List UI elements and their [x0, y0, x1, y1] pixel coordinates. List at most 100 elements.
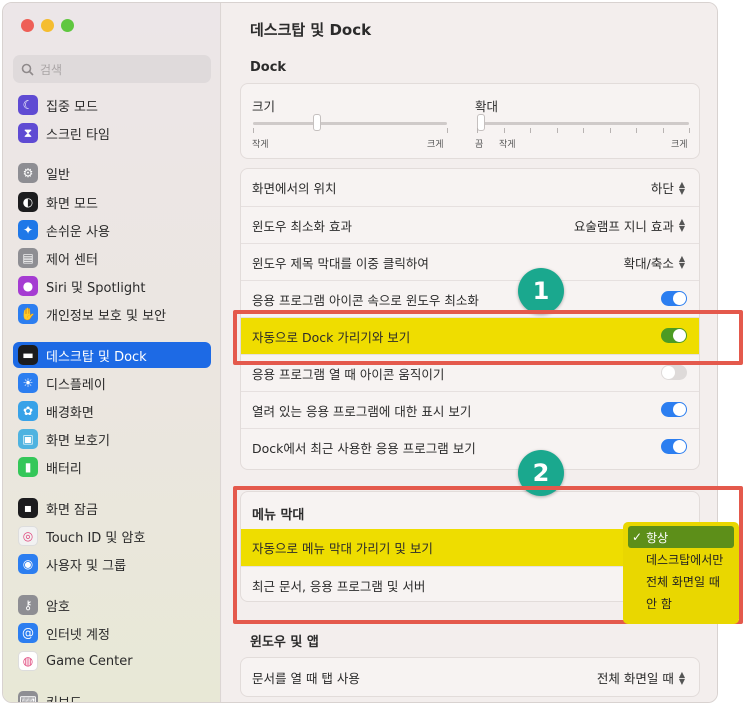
sidebar-item[interactable]: ▤ 제어 센터	[13, 245, 211, 271]
sidebar-item-label: 제어 센터	[46, 252, 98, 268]
sidebar-item[interactable]: ✦ 손쉬운 사용	[13, 217, 211, 243]
slider-tick	[583, 128, 584, 133]
screensaver-icon: ▣	[18, 429, 38, 449]
slider-tick	[609, 128, 611, 133]
sidebar-item[interactable]: ▣ 화면 보호기	[13, 426, 211, 452]
size-label: 크기	[252, 99, 276, 114]
magnify-slider-track[interactable]	[477, 122, 689, 125]
slider-tick	[530, 128, 531, 133]
keyboard-icon: ⌨	[18, 691, 38, 702]
users-icon: ◉	[18, 554, 38, 574]
sidebar-item[interactable]: ☾ 집중 모드	[13, 92, 211, 118]
stepper-icon: ▲ ▼	[678, 254, 685, 270]
game-center-icon: ◍	[18, 651, 38, 671]
dropdown-option[interactable]: 전체 화면일 때	[628, 570, 734, 592]
dock-option-row[interactable]: 윈도우 제목 막대를 이중 클릭하여 확대/축소 ▲ ▼	[241, 243, 699, 280]
moon-icon: ☾	[18, 95, 38, 115]
dropdown-option-label: 항상	[646, 530, 669, 545]
sidebar-item[interactable]: ⧗ 스크린 타임	[13, 120, 211, 146]
magnify-min-label: 작게	[499, 140, 516, 150]
tabs-label: 문서를 열 때 탭 사용	[252, 671, 360, 686]
sidebar-item[interactable]: ◉ 사용자 및 그룹	[13, 551, 211, 577]
magnify-max-label: 크게	[671, 140, 688, 150]
close-window-button[interactable]	[21, 19, 34, 32]
slider-tick	[662, 128, 664, 133]
sidebar-item-label: 디스플레이	[46, 377, 106, 393]
dropdown-option[interactable]: 데스크탑에서만	[628, 548, 734, 570]
slider-tick	[636, 128, 637, 133]
dock-option-label: 화면에서의 위치	[252, 181, 337, 196]
dock-option-row[interactable]: 윈도우 최소화 효과 요술램프 지니 효과 ▲ ▼	[241, 206, 699, 243]
sidebar-item[interactable]: ◎ Touch ID 및 암호	[13, 523, 211, 549]
sidebar-item-label: 화면 보호기	[46, 433, 110, 449]
sidebar-item-label: 개인정보 보호 및 보안	[46, 308, 167, 324]
search-placeholder: 검색	[40, 62, 63, 77]
hourglass-icon: ⧗	[18, 123, 38, 143]
lock-icon: ▪	[18, 498, 38, 518]
sidebar-item-label: 데스크탑 및 Dock	[46, 349, 147, 365]
accessibility-icon: ✦	[18, 220, 38, 240]
checkmark-icon: ✓	[632, 530, 643, 544]
sidebar-item-label: Touch ID 및 암호	[46, 530, 146, 546]
hand-icon: ✋	[18, 304, 38, 324]
stepper-icon: ▲ ▼	[678, 669, 685, 686]
sidebar-item[interactable]: ⚙ 일반	[13, 160, 211, 186]
sidebar-item[interactable]: ▮ 배터리	[13, 454, 211, 480]
toggle-switch[interactable]	[661, 439, 687, 454]
toggle-switch[interactable]	[661, 291, 687, 306]
battery-icon: ▮	[18, 457, 38, 477]
size-slider-knob[interactable]	[313, 114, 322, 131]
sidebar-item-label: 일반	[46, 167, 70, 183]
at-icon: @	[18, 623, 38, 643]
search-field[interactable]: 검색	[13, 55, 211, 83]
sidebar-item[interactable]: ✋ 개인정보 보호 및 보안	[13, 301, 211, 327]
sidebar-item[interactable]: ◐ 화면 모드	[13, 189, 211, 215]
dock-option-popup[interactable]: 요술램프 지니 효과 ▲ ▼	[574, 216, 685, 235]
highlight-box-dock	[233, 310, 743, 365]
tabs-row[interactable]: 문서를 열 때 탭 사용 전체 화면일 때 ▲ ▼	[241, 659, 699, 696]
dropdown-option-label: 데스크탑에서만	[646, 552, 724, 567]
dock-icon: ▬	[18, 345, 38, 365]
dock-option-popup[interactable]: 하단 ▲ ▼	[651, 178, 685, 197]
menubar-autohide-dropdown[interactable]: ✓ 항상데스크탑에서만전체 화면일 때안 함	[623, 522, 739, 624]
sidebar-item[interactable]: ⌨ 키보드	[13, 688, 211, 703]
sidebar-item[interactable]: ✿ 배경화면	[13, 398, 211, 424]
dock-sliders-group: 크기 작게 크게 확대 끔 작게 크게	[240, 83, 700, 159]
control-center-icon: ▤	[18, 248, 38, 268]
dock-option-label: 응용 프로그램 아이콘 속으로 윈도우 최소화	[252, 292, 479, 308]
dock-option-label: 윈도우 최소화 효과	[252, 218, 352, 234]
gear-icon: ⚙	[18, 163, 38, 183]
sidebar-item[interactable]: @ 인터넷 계정	[13, 620, 211, 646]
minimize-window-button[interactable]	[41, 19, 54, 32]
size-slider-track[interactable]	[253, 122, 447, 125]
stepper-icon: ▲ ▼	[678, 217, 685, 233]
dock-option-label: 윈도우 제목 막대를 이중 클릭하여	[252, 255, 429, 271]
dock-section-header: Dock	[250, 60, 287, 75]
dock-option-value: 확대/축소	[623, 255, 674, 271]
zoom-window-button[interactable]	[61, 19, 74, 32]
sidebar-item[interactable]: ● Siri 및 Spotlight	[13, 273, 211, 299]
sidebar-item-label: 사용자 및 그룹	[46, 558, 127, 574]
toggle-switch[interactable]	[661, 402, 687, 417]
dock-option-label: Dock에서 최근 사용한 응용 프로그램 보기	[252, 440, 476, 456]
dropdown-option[interactable]: 안 함	[628, 592, 734, 614]
sidebar-item-label: 집중 모드	[46, 99, 98, 115]
tabs-popup[interactable]: 전체 화면일 때 ▲ ▼	[597, 668, 685, 687]
toggle-switch[interactable]	[661, 365, 687, 380]
dock-option-popup[interactable]: 확대/축소 ▲ ▼	[624, 253, 685, 272]
windows-group: 문서를 열 때 탭 사용 전체 화면일 때 ▲ ▼	[240, 657, 700, 697]
sidebar-item[interactable]: ☀ 디스플레이	[13, 370, 211, 396]
dock-option-row[interactable]: 열려 있는 응용 프로그램에 대한 표시 보기	[241, 391, 699, 428]
dropdown-option[interactable]: ✓ 항상	[628, 526, 734, 548]
sidebar-item[interactable]: ◍ Game Center	[13, 648, 211, 674]
magnify-slider-knob[interactable]	[477, 114, 485, 131]
sidebar-item[interactable]: ⚷ 암호	[13, 592, 211, 618]
sidebar-item[interactable]: ▬ 데스크탑 및 Dock	[13, 342, 211, 368]
sidebar-item[interactable]: ▪ 화면 잠금	[13, 495, 211, 521]
sidebar-item-label: 암호	[46, 599, 70, 615]
size-max-label: 크게	[427, 140, 444, 150]
dock-option-row[interactable]: Dock에서 최근 사용한 응용 프로그램 보기	[241, 428, 699, 465]
sidebar-item-label: 키보드	[46, 695, 82, 703]
search-icon	[21, 63, 34, 76]
dock-option-row[interactable]: 화면에서의 위치 하단 ▲ ▼	[241, 169, 699, 206]
